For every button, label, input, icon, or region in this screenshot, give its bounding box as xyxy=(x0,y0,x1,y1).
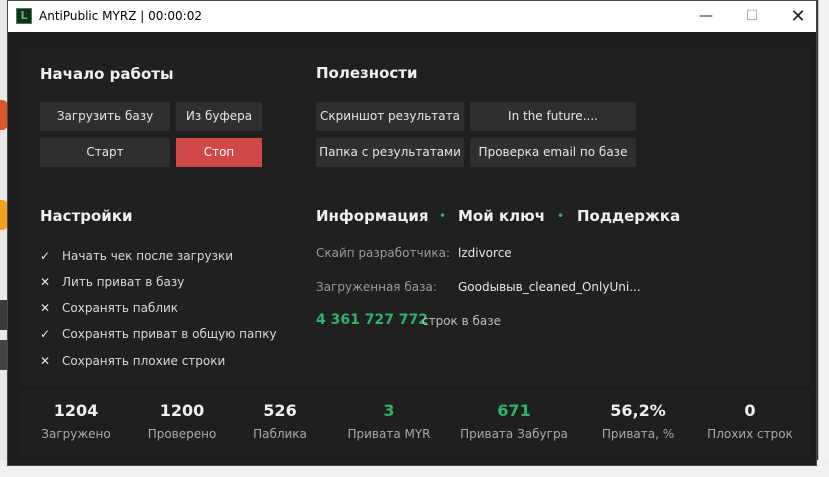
settings-title: Настройки xyxy=(40,207,133,225)
tab-support[interactable]: Поддержка xyxy=(577,207,680,225)
screenshot-button[interactable]: Скриншот результата xyxy=(316,102,464,131)
minimize-button[interactable]: — xyxy=(683,1,729,32)
stat-label: Плохих строк xyxy=(707,427,793,441)
from-buffer-button[interactable]: Из буфера xyxy=(176,102,262,131)
desktop-background-right xyxy=(818,0,829,477)
start-section-title: Начало работы xyxy=(40,65,174,83)
cross-icon: ✕ xyxy=(40,354,51,368)
stat-value: 671 xyxy=(497,401,531,420)
stat-value: 1204 xyxy=(53,401,99,420)
stat-label: Привата MYR xyxy=(347,427,431,441)
rows-suffix: строк в базе xyxy=(422,314,502,328)
stats-bar: 1204 Загружено 1200 Проверено 526 Паблик… xyxy=(20,389,810,457)
main-panel: Начало работы Загрузить базу Из буфера С… xyxy=(20,47,810,385)
tab-information[interactable]: Информация xyxy=(316,207,429,225)
stat-value: 3 xyxy=(383,401,395,420)
maximize-button[interactable]: ☐ xyxy=(729,1,775,32)
stat-value: 526 xyxy=(263,401,297,420)
cross-icon: ✕ xyxy=(40,301,51,315)
skype-label: Скайп разработчика: xyxy=(316,246,451,260)
title-bar[interactable]: L AntiPublic MYRZ | 00:00:02 — ☐ ✕ xyxy=(8,1,816,32)
stop-button[interactable]: Стоп xyxy=(176,138,262,167)
loaded-base-value: Goodывыв_cleaned_OnlyUni... xyxy=(458,280,641,294)
results-folder-button[interactable]: Папка с результатами xyxy=(316,138,464,167)
setting-save-public[interactable]: ✕ Сохранять паблик xyxy=(40,301,178,315)
start-button[interactable]: Старт xyxy=(40,138,170,167)
setting-push-private-to-base[interactable]: ✕ Лить приват в базу xyxy=(40,275,184,289)
loaded-base-label: Загруженная база: xyxy=(316,280,437,294)
window-title: AntiPublic MYRZ | 00:00:02 xyxy=(39,9,202,23)
future-button[interactable]: In the future.... xyxy=(470,102,636,131)
setting-label: Сохранять приват в общую папку xyxy=(62,327,277,341)
stat-label: Привата, % xyxy=(601,427,675,441)
setting-save-private-common-folder[interactable]: ✓ Сохранять приват в общую папку xyxy=(40,327,277,341)
load-base-button[interactable]: Загрузить базу xyxy=(40,102,170,131)
cross-icon: ✕ xyxy=(40,275,51,289)
check-email-button[interactable]: Проверка email по базе xyxy=(470,138,636,167)
setting-label: Сохранять паблик xyxy=(62,301,179,315)
app-logo-icon: L xyxy=(16,8,32,24)
close-button[interactable]: ✕ xyxy=(775,1,821,32)
app-window: L AntiPublic MYRZ | 00:00:02 — ☐ ✕ Начал… xyxy=(7,0,817,466)
stat-label: Привата Забугра xyxy=(460,427,568,441)
stat-label: Паблика xyxy=(253,427,307,441)
skype-value: lzdivorce xyxy=(458,246,512,260)
setting-label: Начать чек после загрузки xyxy=(62,249,234,263)
separator-dot: • xyxy=(557,209,565,223)
tab-my-key[interactable]: Мой ключ xyxy=(458,207,545,225)
rows-count: 4 361 727 772 xyxy=(316,312,429,328)
setting-label: Лить приват в базу xyxy=(62,275,185,289)
setting-save-bad-lines[interactable]: ✕ Сохранять плохие строки xyxy=(40,354,225,368)
utils-section-title: Полезности xyxy=(316,64,418,82)
check-icon: ✓ xyxy=(40,249,51,263)
check-icon: ✓ xyxy=(40,327,51,341)
stat-value: 0 xyxy=(744,401,756,420)
setting-start-check-after-load[interactable]: ✓ Начать чек после загрузки xyxy=(40,249,233,263)
setting-label: Сохранять плохие строки xyxy=(62,354,226,368)
stat-label: Загружено xyxy=(41,427,111,441)
separator-dot: • xyxy=(439,209,447,223)
stat-value: 56,2% xyxy=(610,401,666,420)
